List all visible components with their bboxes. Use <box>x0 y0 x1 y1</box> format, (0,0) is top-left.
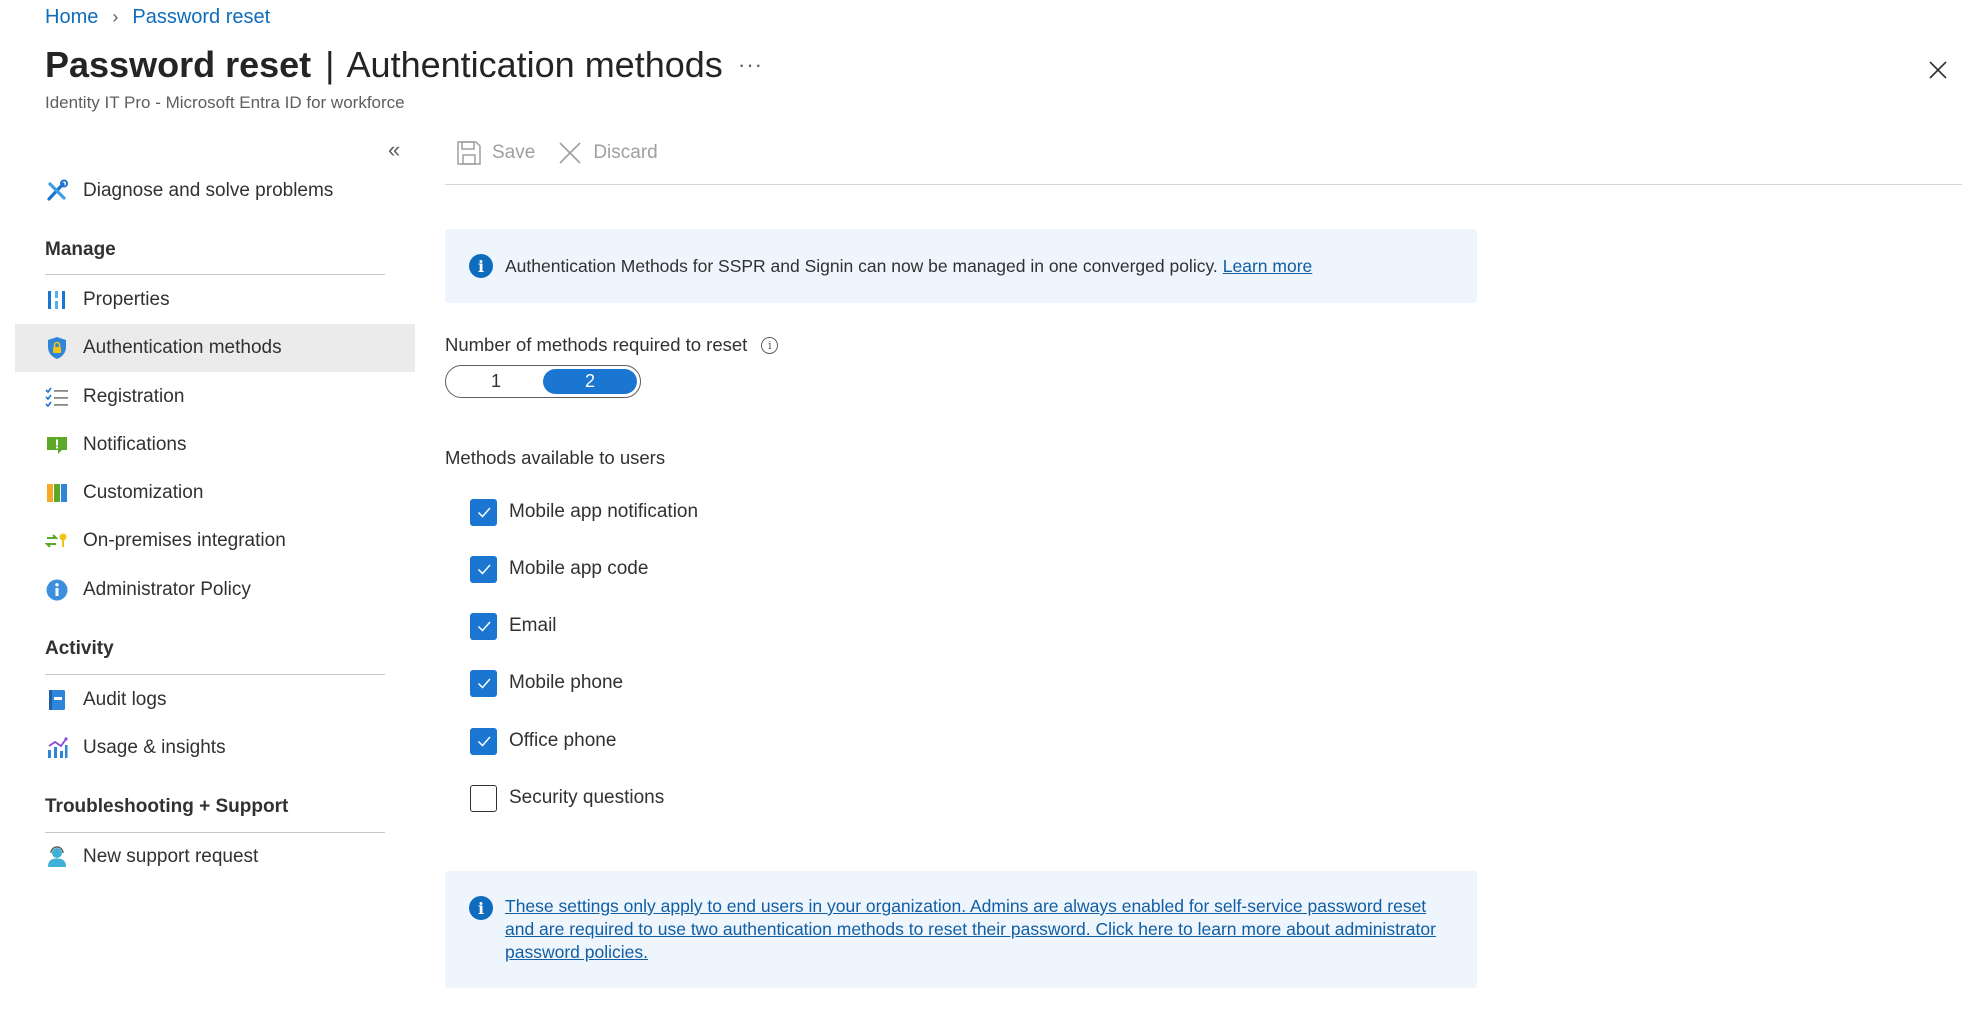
sidebar-item-authentication-methods[interactable]: Authentication methods <box>15 324 415 372</box>
methods-required-text: Number of methods required to reset <box>445 334 748 355</box>
sidebar-item-on-premises-integration[interactable]: On-premises integration <box>15 517 415 565</box>
save-label: Save <box>492 142 536 163</box>
checkbox-checked[interactable] <box>470 498 497 526</box>
method-label: Mobile app code <box>509 558 649 579</box>
sidebar-item-label: Audit logs <box>83 689 167 710</box>
discard-label: Discard <box>593 142 658 163</box>
info-icon: i <box>469 896 493 920</box>
info-icon <box>45 578 69 602</box>
info-icon: i <box>469 254 493 278</box>
methods-required-toggle: 1 2 <box>445 365 641 398</box>
sidebar-item-label: Usage & insights <box>83 737 226 758</box>
save-button[interactable]: Save <box>456 140 535 166</box>
method-checkbox-row[interactable]: Office phone <box>470 727 616 755</box>
checkmark-icon <box>477 621 491 632</box>
banner-text: Authentication Methods for SSPR and Sign… <box>505 255 1218 276</box>
info-tooltip-icon[interactable]: i <box>761 336 779 354</box>
page-title-blade: Authentication methods <box>346 44 723 85</box>
methods-available-label: Methods available to users <box>445 447 666 468</box>
sidebar-item-registration[interactable]: Registration <box>15 373 415 421</box>
method-checkbox-row[interactable]: Mobile app notification <box>470 498 698 526</box>
sidebar-item-label: Administrator Policy <box>83 579 251 600</box>
chevron-right-icon: › <box>112 7 119 27</box>
admin-policy-link[interactable]: These settings only apply to end users i… <box>505 895 1453 964</box>
customization-icon <box>45 481 69 505</box>
checkmark-icon <box>477 564 491 575</box>
sidebar-item-audit-logs[interactable]: Audit logs <box>15 676 415 724</box>
toolbar-divider <box>445 184 1962 185</box>
sidebar-item-new-support-request[interactable]: New support request <box>15 833 415 881</box>
chart-icon <box>45 736 69 760</box>
sidebar-item-label: Notifications <box>83 434 187 455</box>
checkmark-icon <box>477 736 491 747</box>
sidebar-item-customization[interactable]: Customization <box>15 469 415 517</box>
sidebar-item-label: Customization <box>83 482 204 503</box>
discard-icon <box>559 142 581 164</box>
toggle-option-1[interactable]: 1 <box>449 369 543 394</box>
converged-policy-banner: i Authentication Methods for SSPR and Si… <box>445 229 1477 303</box>
section-header-activity: Activity <box>45 638 114 659</box>
more-options-button[interactable]: ··· <box>738 52 763 78</box>
method-label: Email <box>509 615 557 636</box>
method-checkbox-row[interactable]: Email <box>470 612 557 640</box>
checkbox-unchecked[interactable] <box>470 784 497 812</box>
sidebar-item-label: New support request <box>83 846 259 867</box>
collapse-sidebar-button[interactable]: « <box>388 137 400 163</box>
breadcrumb: Home › Password reset <box>45 6 270 29</box>
page-subtitle: Identity IT Pro - Microsoft Entra ID for… <box>45 93 405 112</box>
wrench-icon <box>45 179 69 203</box>
sidebar-item-properties[interactable]: Properties <box>15 276 415 324</box>
sidebar-item-label: Properties <box>83 289 170 310</box>
breadcrumb-password-reset[interactable]: Password reset <box>132 6 270 29</box>
method-label: Mobile phone <box>509 672 624 693</box>
checklist-icon <box>45 385 69 409</box>
save-icon <box>457 141 481 165</box>
checkbox-checked[interactable] <box>470 727 497 755</box>
properties-icon <box>45 288 69 312</box>
method-label: Mobile app notification <box>509 501 699 522</box>
page-title: Password reset | Authentication methods <box>45 44 723 86</box>
admin-policy-banner: i These settings only apply to end users… <box>445 871 1477 988</box>
close-button[interactable] <box>1924 56 1952 84</box>
method-checkbox-row[interactable]: Mobile phone <box>470 669 623 697</box>
checkbox-checked[interactable] <box>470 555 497 583</box>
section-header-manage: Manage <box>45 239 116 260</box>
method-label: Security questions <box>509 787 665 808</box>
method-checkbox-row[interactable]: Security questions <box>470 784 664 812</box>
methods-required-label: Number of methods required to reset i <box>445 334 779 356</box>
sidebar-item-label: Authentication methods <box>83 337 282 358</box>
page-title-resource: Password reset <box>45 44 312 85</box>
checkmark-icon <box>477 678 491 689</box>
sidebar-item-diagnose[interactable]: Diagnose and solve problems <box>15 167 415 215</box>
sidebar-item-label: Diagnose and solve problems <box>83 180 334 201</box>
sidebar-item-label: On-premises integration <box>83 530 286 551</box>
notification-icon <box>45 433 69 457</box>
section-header-troubleshooting: Troubleshooting + Support <box>45 796 289 817</box>
discard-button[interactable]: Discard <box>557 140 658 166</box>
checkmark-icon <box>477 507 491 518</box>
support-person-icon <box>45 845 69 869</box>
method-label: Office phone <box>509 730 617 751</box>
sidebar-item-administrator-policy[interactable]: Administrator Policy <box>15 566 415 614</box>
sync-key-icon <box>45 529 69 553</box>
sidebar-item-label: Registration <box>83 386 185 407</box>
checkbox-checked[interactable] <box>470 669 497 697</box>
learn-more-link[interactable]: Learn more <box>1223 256 1313 277</box>
section-divider <box>45 674 385 675</box>
toggle-option-2[interactable]: 2 <box>543 369 637 394</box>
breadcrumb-home[interactable]: Home <box>45 6 98 29</box>
section-divider <box>45 274 385 275</box>
method-checkbox-row[interactable]: Mobile app code <box>470 555 648 583</box>
checkbox-checked[interactable] <box>470 612 497 640</box>
sidebar-item-usage-insights[interactable]: Usage & insights <box>15 724 415 772</box>
close-icon <box>1929 61 1947 79</box>
shield-lock-icon <box>45 336 69 360</box>
book-icon <box>45 688 69 712</box>
command-bar: Save Discard <box>456 140 658 166</box>
sidebar-item-notifications[interactable]: Notifications <box>15 421 415 469</box>
page-title-separator: | <box>325 44 335 85</box>
